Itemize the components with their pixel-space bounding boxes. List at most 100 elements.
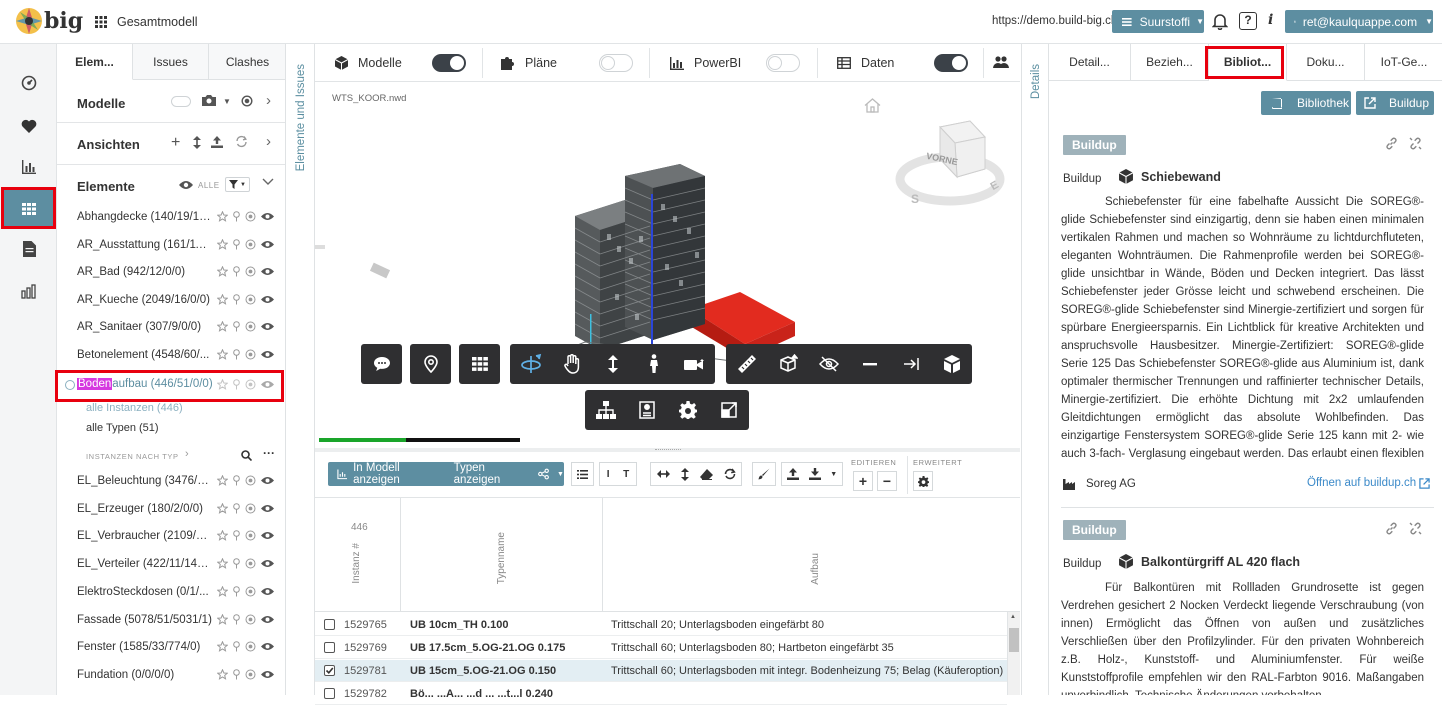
- grid-icon[interactable]: [18, 198, 40, 220]
- star-icon[interactable]: [217, 266, 228, 277]
- row-checkbox[interactable]: [324, 619, 335, 630]
- chevron-down-icon[interactable]: [262, 178, 274, 186]
- eye-icon[interactable]: [261, 615, 274, 624]
- t-column-button[interactable]: T: [623, 469, 629, 480]
- eye-icon[interactable]: [261, 504, 274, 513]
- sync-icon[interactable]: [235, 135, 248, 148]
- logo-icon[interactable]: [14, 6, 44, 36]
- location-pin-icon[interactable]: [410, 344, 451, 384]
- star-icon[interactable]: [217, 530, 228, 542]
- target-icon[interactable]: [245, 321, 256, 332]
- dashboard-icon[interactable]: [18, 72, 40, 94]
- pin-icon[interactable]: [233, 669, 240, 680]
- paint-button[interactable]: [752, 462, 776, 486]
- target-icon[interactable]: [245, 669, 256, 680]
- header-col-type[interactable]: Typenname: [401, 498, 603, 612]
- element-row[interactable]: Fenster (1585/33/774/0): [57, 634, 285, 662]
- camera-icon[interactable]: [202, 94, 216, 106]
- help-icon[interactable]: ?: [1239, 12, 1257, 30]
- eye-icon[interactable]: [261, 380, 274, 389]
- list-view-button[interactable]: [571, 462, 594, 486]
- grid-menu-icon[interactable]: [95, 16, 107, 28]
- ruler-icon[interactable]: [726, 344, 767, 384]
- chevron-right-icon[interactable]: ›: [266, 133, 271, 150]
- share-icon[interactable]: [538, 468, 549, 480]
- element-row[interactable]: Fundation (0/0/0/0): [57, 662, 285, 690]
- link-icon[interactable]: [1385, 522, 1398, 535]
- remove-row-button[interactable]: −: [877, 471, 897, 491]
- library-button[interactable]: Bibliothek: [1261, 91, 1351, 115]
- row-checkbox[interactable]: [324, 688, 335, 699]
- scroll-up-icon[interactable]: ▲: [1010, 614, 1016, 620]
- fullscreen-icon[interactable]: [708, 390, 749, 430]
- tab-details[interactable]: Detail...: [1049, 44, 1131, 81]
- pin-icon[interactable]: [233, 558, 240, 569]
- pin-icon[interactable]: [233, 238, 240, 250]
- eye-icon[interactable]: [261, 295, 274, 304]
- element-row[interactable]: AR_Bad (942/12/0/0): [57, 259, 285, 287]
- tab-issues[interactable]: Issues: [133, 44, 209, 80]
- target-icon[interactable]: [245, 211, 256, 222]
- explode-cube-icon[interactable]: [931, 344, 972, 384]
- eye-icon[interactable]: [261, 531, 274, 540]
- refresh-icon[interactable]: [724, 468, 736, 480]
- pin-icon[interactable]: [233, 530, 240, 541]
- info-icon[interactable]: i: [1268, 12, 1273, 28]
- modelle-switch[interactable]: [432, 54, 466, 72]
- pin-icon[interactable]: [233, 266, 240, 277]
- header-col-instance[interactable]: 446 Instanz #: [315, 498, 401, 612]
- collapsed-panel-right[interactable]: Details: [1021, 44, 1049, 695]
- target-icon[interactable]: [245, 239, 256, 250]
- toggle-powerbi[interactable]: PowerBI: [670, 44, 741, 82]
- minus-icon[interactable]: [849, 344, 890, 384]
- all-types-link[interactable]: alle Typen (51): [86, 422, 159, 434]
- column-header-aufbau[interactable]: Aufbau: [810, 553, 821, 585]
- element-row[interactable]: ElektroSteckdosen (0/1/...: [57, 579, 285, 607]
- pin-icon[interactable]: [233, 211, 240, 222]
- element-row[interactable]: AR_Ausstattung (161/11/...: [57, 232, 285, 260]
- table-row[interactable]: 1529781 UB 15cm_5.OG-21.OG 0.150 Trittscha…: [315, 660, 1007, 682]
- search-icon[interactable]: [241, 450, 252, 461]
- pin-icon[interactable]: [233, 293, 240, 305]
- arrow-to-line-icon[interactable]: [890, 344, 931, 384]
- target-icon[interactable]: [245, 379, 256, 390]
- eye-icon[interactable]: [261, 476, 274, 485]
- expand-vertical-icon[interactable]: [680, 467, 689, 481]
- eye-icon[interactable]: [261, 212, 274, 221]
- target-icon[interactable]: [245, 503, 256, 514]
- pin-icon[interactable]: [233, 321, 240, 332]
- all-instances-link[interactable]: alle Instanzen (446): [86, 402, 183, 414]
- target-icon[interactable]: [245, 294, 256, 305]
- filter-button[interactable]: ▼: [225, 177, 250, 192]
- star-icon[interactable]: [217, 321, 228, 332]
- chevron-right-icon[interactable]: ›: [266, 92, 271, 109]
- tab-documents[interactable]: Doku...: [1287, 44, 1365, 81]
- eye-icon[interactable]: [261, 670, 274, 679]
- eye-icon[interactable]: [261, 322, 274, 331]
- star-icon[interactable]: [217, 348, 228, 360]
- pin-icon[interactable]: [233, 379, 240, 390]
- star-icon[interactable]: [217, 379, 228, 390]
- header-col-aufbau[interactable]: Aufbau: [603, 498, 1020, 612]
- eye-icon[interactable]: [261, 559, 274, 568]
- caret-down-icon[interactable]: ▼: [557, 471, 564, 478]
- scrollbar-thumb[interactable]: [1009, 628, 1019, 652]
- chevron-right-icon[interactable]: ›: [185, 448, 189, 460]
- building-model[interactable]: [555, 164, 825, 374]
- extended-settings-button[interactable]: [913, 471, 933, 491]
- target-icon[interactable]: [245, 614, 256, 625]
- star-icon[interactable]: [217, 211, 228, 222]
- element-row[interactable]: AR_Sanitaer (307/9/0/0): [57, 314, 285, 342]
- plaene-switch[interactable]: [599, 54, 633, 72]
- target-icon[interactable]: [245, 530, 256, 541]
- orbit-icon[interactable]: [510, 344, 551, 384]
- upload-icon[interactable]: [211, 136, 223, 148]
- table-row[interactable]: 1529765 UB 10cm_TH 0.100 Trittschall 20; U…: [315, 614, 1007, 636]
- star-icon[interactable]: [217, 293, 228, 305]
- section-box-icon[interactable]: [767, 344, 808, 384]
- unlink-icon[interactable]: [1409, 137, 1422, 150]
- element-row[interactable]: EL_Beleuchtung (3476/1...: [57, 468, 285, 496]
- open-buildup-link[interactable]: Öffnen auf buildup.ch: [1307, 477, 1430, 489]
- bar-chart-icon[interactable]: [18, 156, 40, 178]
- pin-icon[interactable]: [233, 613, 240, 625]
